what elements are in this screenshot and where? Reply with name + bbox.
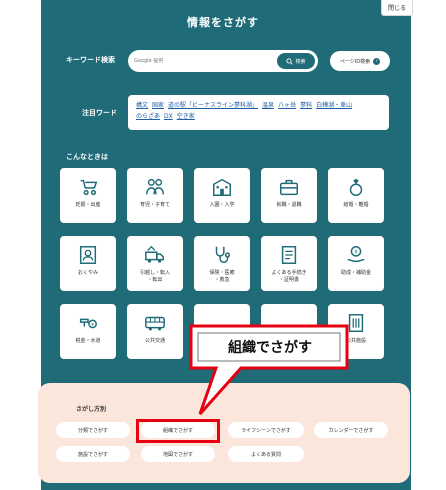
tile-label: 引越し・転入 ・転出 [139, 270, 170, 283]
tile-label: 就職・退職 [276, 202, 302, 208]
hot-words-box: 構文 国家 道の駅「ビーナスライン蓼科湖」 温泉 八ヶ岳 蓼科 白樺湖・車山のらざあ DX 空き… [128, 95, 389, 130]
tile-label: 保険・医療 ・救急 [209, 270, 235, 283]
tile-label: 税金・水道 [75, 338, 101, 344]
ring-icon [349, 178, 363, 196]
tile-procedures[interactable]: よくある手続き ・証明書 [261, 236, 317, 291]
hot-word-link[interactable]: 道の駅「ビーナスライン蓼科湖」 [168, 102, 258, 109]
svg-text:¥: ¥ [354, 250, 358, 256]
tile-label: 公共施設 [345, 338, 366, 344]
method-calendar-button[interactable]: カレンダーでさがす [314, 422, 388, 438]
hot-word-link[interactable]: のらざあ [136, 113, 160, 120]
hot-word-link[interactable]: 白樺湖・車山 [316, 102, 352, 109]
tile-tax-water[interactable]: ¥ 税金・水道 [60, 304, 116, 359]
stethoscope-icon [215, 246, 231, 264]
tile-marriage[interactable]: 結婚・離婚 [328, 168, 384, 223]
hot-word-link[interactable]: 蓼科 [300, 102, 312, 109]
tile-label: 公共交通 [144, 338, 165, 344]
tile-label: 入園・入学 [209, 202, 235, 208]
tile-label: 妊娠・出産 [75, 202, 101, 208]
page-id-search-label: ページID検索 [339, 58, 371, 65]
method-category-button[interactable]: 分類でさがす [56, 422, 130, 438]
search-icon [286, 57, 294, 65]
method-facility-button[interactable]: 施設でさがす [56, 446, 130, 462]
school-icon [213, 178, 231, 196]
search-button[interactable]: 検索 [277, 53, 315, 69]
tile-childcare[interactable]: 育児・子育て [127, 168, 183, 223]
search-input[interactable] [134, 58, 274, 64]
page-title: 情報をさがす [187, 16, 259, 29]
tile-label: 育児・子育て [139, 202, 170, 208]
callout-text: 組織でさがす [228, 340, 312, 356]
tile-insurance[interactable]: 保険・医療 ・救急 [194, 236, 250, 291]
tile-moving[interactable]: 引越し・転入 ・転出 [127, 236, 183, 291]
method-lifescene-button[interactable]: ライフシーンでさがす [228, 422, 304, 438]
hot-word-link[interactable]: 構文 [136, 102, 148, 109]
search-methods-label: さがし方別 [76, 406, 107, 413]
document-icon [281, 246, 297, 264]
search-button-label: 検索 [295, 58, 306, 65]
subsidy-icon: ¥ [347, 246, 365, 263]
hot-word-link[interactable]: 空き家 [177, 113, 195, 120]
tile-label: 助成・補助金 [340, 270, 371, 276]
chevron-right-icon: › [373, 57, 381, 65]
tile-label: おくやみ [77, 270, 98, 276]
tile-subsidy[interactable]: ¥ 助成・補助金 [328, 236, 384, 291]
search-box: 検索 [128, 50, 318, 72]
method-map-button[interactable]: 地図でさがす [141, 446, 215, 462]
tile-condolence[interactable]: おくやみ [60, 236, 116, 291]
hot-words-label: 注目ワード [82, 109, 117, 117]
moving-truck-icon [145, 245, 164, 263]
bus-icon [145, 316, 165, 331]
tile-label: 結婚・離婚 [343, 202, 369, 208]
keyword-search-label: キーワード検索 [66, 56, 115, 64]
tile-label: よくある手続き ・証明書 [271, 270, 307, 283]
tile-public-transport[interactable]: 公共交通 [127, 304, 183, 359]
tile-school[interactable]: 入園・入学 [194, 168, 250, 223]
hot-word-link[interactable]: 温泉 [262, 102, 274, 109]
svg-text:¥: ¥ [91, 322, 94, 328]
briefcase-icon [280, 179, 298, 196]
memorial-icon [79, 246, 97, 264]
page-id-search-button[interactable]: ページID検索 › [330, 51, 390, 71]
family-icon [146, 178, 164, 195]
hot-word-link[interactable]: 国家 [152, 102, 164, 109]
situations-label: こんなときは [66, 153, 108, 161]
stroller-icon [80, 179, 98, 196]
tile-pregnancy[interactable]: 妊娠・出産 [60, 168, 116, 223]
hot-word-link[interactable]: DX [164, 113, 173, 120]
tax-water-icon: ¥ [79, 318, 97, 329]
tile-employment[interactable]: 就職・退職 [261, 168, 317, 223]
method-faq-button[interactable]: よくある質問 [228, 446, 304, 462]
building-icon [348, 314, 364, 332]
hot-word-link[interactable]: 八ヶ岳 [278, 102, 296, 109]
highlight-frame [136, 419, 220, 443]
